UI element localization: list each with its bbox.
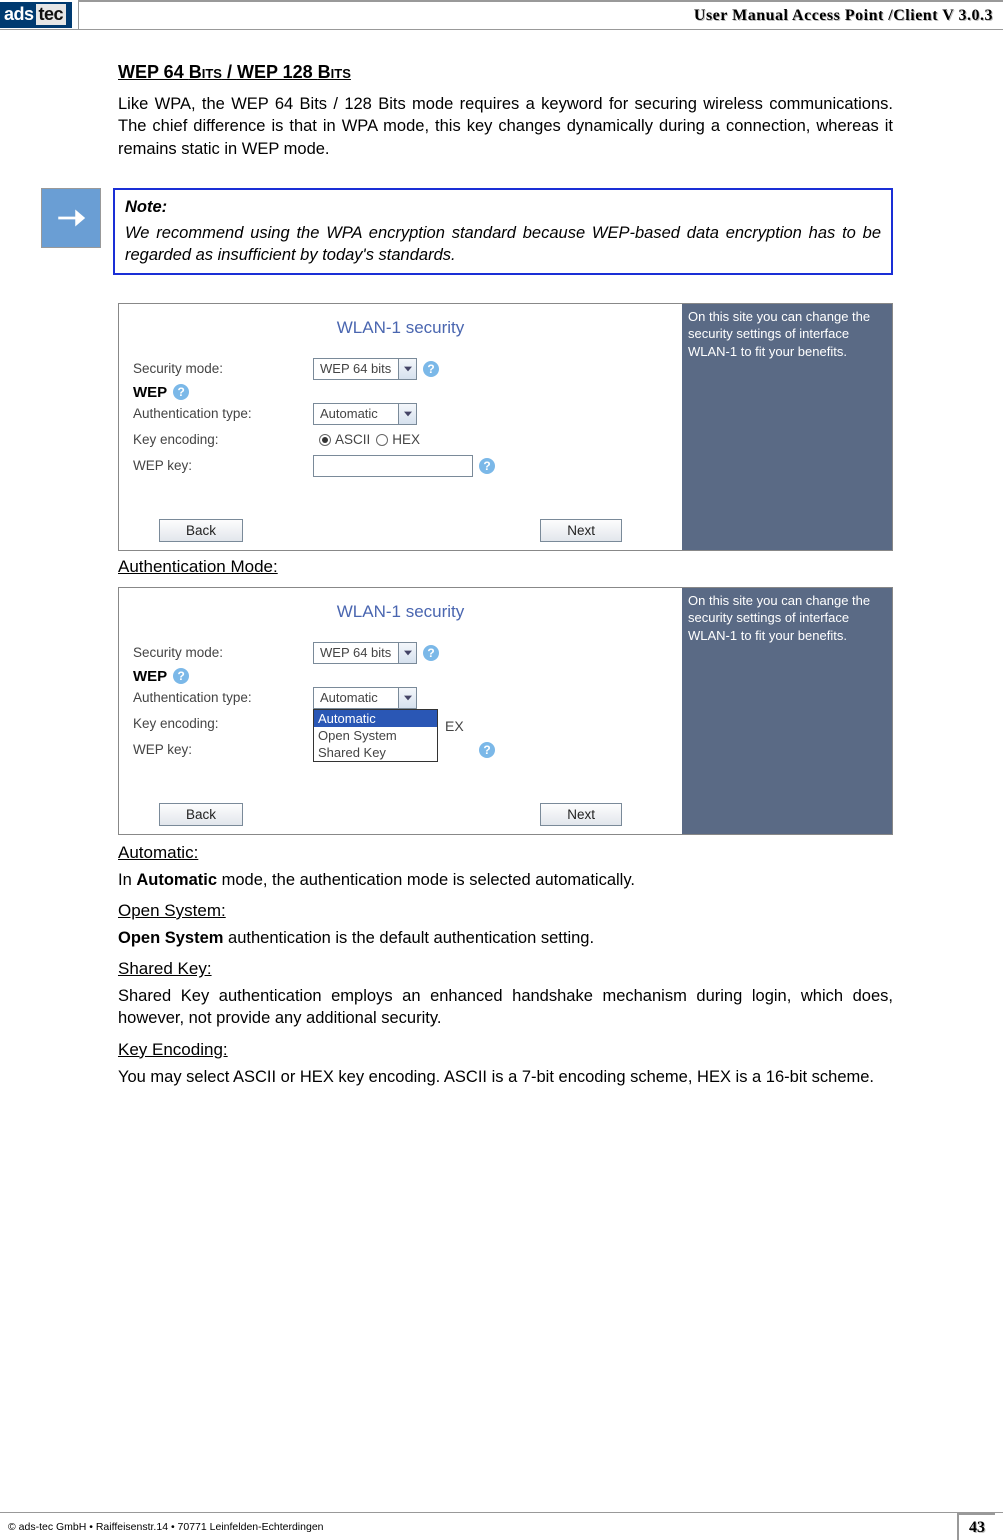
select-auth-type[interactable]: Automatic — [313, 687, 417, 709]
next-button[interactable]: Next — [540, 519, 622, 542]
next-button[interactable]: Next — [540, 803, 622, 826]
shared-key-heading: Shared Key: — [118, 959, 893, 979]
select-security-mode[interactable]: WEP 64 bits — [313, 358, 417, 380]
header-title: User Manual Access Point /Client V 3.0.3 — [694, 7, 993, 25]
hint-panel: On this site you can change the security… — [682, 588, 892, 834]
help-icon[interactable]: ? — [423, 645, 439, 661]
select-auth-type-value: Automatic — [314, 406, 398, 421]
auth-type-dropdown[interactable]: Automatic Open System Shared Key — [313, 709, 438, 762]
heading-part-bits1: Bits — [189, 62, 222, 82]
automatic-heading: Automatic: — [118, 843, 893, 863]
label-wep-key: WEP key: — [133, 458, 313, 473]
row-key-encoding: Key encoding: ASCII HEX — [119, 427, 682, 453]
label-auth-type: Authentication type: — [133, 690, 313, 705]
key-encoding-paragraph: You may select ASCII or HEX key encoding… — [118, 1066, 893, 1088]
radio-ascii[interactable] — [319, 434, 331, 446]
header-title-container: User Manual Access Point /Client V 3.0.3 — [78, 0, 1003, 29]
key-encoding-heading: Key Encoding: — [118, 1040, 893, 1060]
label-auth-type: Authentication type: — [133, 406, 313, 421]
wep-label: WEP ? — [119, 384, 682, 401]
wep-label-text: WEP — [133, 668, 167, 685]
note-box: Note: We recommend using the WPA encrypt… — [113, 188, 893, 275]
help-icon[interactable]: ? — [173, 384, 189, 400]
intro-paragraph: Like WPA, the WEP 64 Bits / 128 Bits mod… — [118, 93, 893, 160]
footer: © ads-tec GmbH • Raiffeisenstr.14 • 7077… — [0, 1512, 1003, 1540]
label-security-mode: Security mode: — [133, 645, 313, 660]
automatic-p-pre: In — [118, 871, 136, 889]
wep-label: WEP ? — [119, 668, 682, 685]
logo-text-left: ads — [4, 4, 34, 25]
radio-ascii-label: ASCII — [335, 432, 370, 447]
chevron-down-icon[interactable] — [398, 688, 416, 708]
page-number: 43 — [957, 1513, 995, 1540]
dropdown-option-automatic[interactable]: Automatic — [314, 710, 437, 727]
help-icon[interactable]: ? — [173, 668, 189, 684]
open-p-bold: Open System — [118, 929, 223, 947]
label-key-encoding: Key encoding: — [133, 716, 313, 731]
select-security-mode[interactable]: WEP 64 bits — [313, 642, 417, 664]
heading-part-bits2: Bits — [318, 62, 351, 82]
section-heading: WEP 64 Bits / WEP 128 Bits — [118, 62, 893, 83]
heading-part-sep: / — [222, 62, 237, 82]
wep-label-text: WEP — [133, 384, 167, 401]
open-system-heading: Open System: — [118, 901, 893, 921]
auth-mode-heading: Authentication Mode: — [118, 557, 893, 577]
heading-part-wep128: WEP 128 — [237, 62, 318, 82]
help-icon[interactable]: ? — [479, 458, 495, 474]
footer-copyright: © ads-tec GmbH • Raiffeisenstr.14 • 7077… — [8, 1521, 957, 1533]
help-icon[interactable]: ? — [479, 742, 495, 758]
chevron-down-icon[interactable] — [398, 404, 416, 424]
back-button[interactable]: Back — [159, 519, 243, 542]
screenshot-panel-2: WLAN-1 security Security mode: WEP 64 bi… — [118, 587, 893, 835]
button-bar: Back Next — [119, 793, 682, 834]
automatic-p-post: mode, the authentication mode is selecte… — [217, 871, 635, 889]
radio-hex-label: HEX — [392, 432, 420, 447]
shared-key-paragraph: Shared Key authentication employs an enh… — [118, 985, 893, 1030]
panel-title: WLAN-1 security — [119, 304, 682, 356]
header-bar: adstec User Manual Access Point /Client … — [0, 0, 1003, 30]
note-text: We recommend using the WPA encryption st… — [125, 224, 881, 264]
back-button[interactable]: Back — [159, 803, 243, 826]
logo-text-right: tec — [36, 4, 67, 25]
row-security-mode: Security mode: WEP 64 bits ? — [119, 640, 682, 666]
note-row: Note: We recommend using the WPA encrypt… — [41, 188, 893, 275]
form-area-2: WLAN-1 security Security mode: WEP 64 bi… — [119, 588, 682, 834]
input-wep-key[interactable] — [313, 455, 473, 477]
note-label: Note: — [125, 196, 881, 218]
automatic-p-bold: Automatic — [136, 871, 217, 889]
chevron-down-icon[interactable] — [398, 359, 416, 379]
dropdown-option-shared-key[interactable]: Shared Key — [314, 744, 437, 761]
label-key-encoding: Key encoding: — [133, 432, 313, 447]
radio-hex[interactable] — [376, 434, 388, 446]
select-security-mode-value: WEP 64 bits — [314, 361, 398, 376]
row-security-mode: Security mode: WEP 64 bits ? — [119, 356, 682, 382]
logo: adstec — [0, 2, 72, 28]
screenshot-panel-1: WLAN-1 security Security mode: WEP 64 bi… — [118, 303, 893, 551]
automatic-paragraph: In Automatic mode, the authentication mo… — [118, 869, 893, 891]
help-icon[interactable]: ? — [423, 361, 439, 377]
ex-suffix: EX — [445, 718, 464, 734]
row-auth-type: Authentication type: Automatic — [119, 401, 682, 427]
button-bar: Back Next — [119, 509, 682, 550]
open-system-paragraph: Open System authentication is the defaul… — [118, 927, 893, 949]
select-auth-type-value: Automatic — [314, 690, 398, 705]
form-area-1: WLAN-1 security Security mode: WEP 64 bi… — [119, 304, 682, 550]
row-auth-type: Authentication type: Automatic — [119, 685, 682, 711]
row-wep-key: WEP key: ? — [119, 453, 682, 479]
select-security-mode-value: WEP 64 bits — [314, 645, 398, 660]
chevron-down-icon[interactable] — [398, 643, 416, 663]
label-wep-key: WEP key: — [133, 742, 313, 757]
open-p-post: authentication is the default authentica… — [223, 929, 594, 947]
dropdown-option-open-system[interactable]: Open System — [314, 727, 437, 744]
panel-title: WLAN-1 security — [119, 588, 682, 640]
label-security-mode: Security mode: — [133, 361, 313, 376]
heading-part-wep64: WEP 64 — [118, 62, 189, 82]
arrow-icon — [41, 188, 101, 248]
hint-panel: On this site you can change the security… — [682, 304, 892, 550]
select-auth-type[interactable]: Automatic — [313, 403, 417, 425]
